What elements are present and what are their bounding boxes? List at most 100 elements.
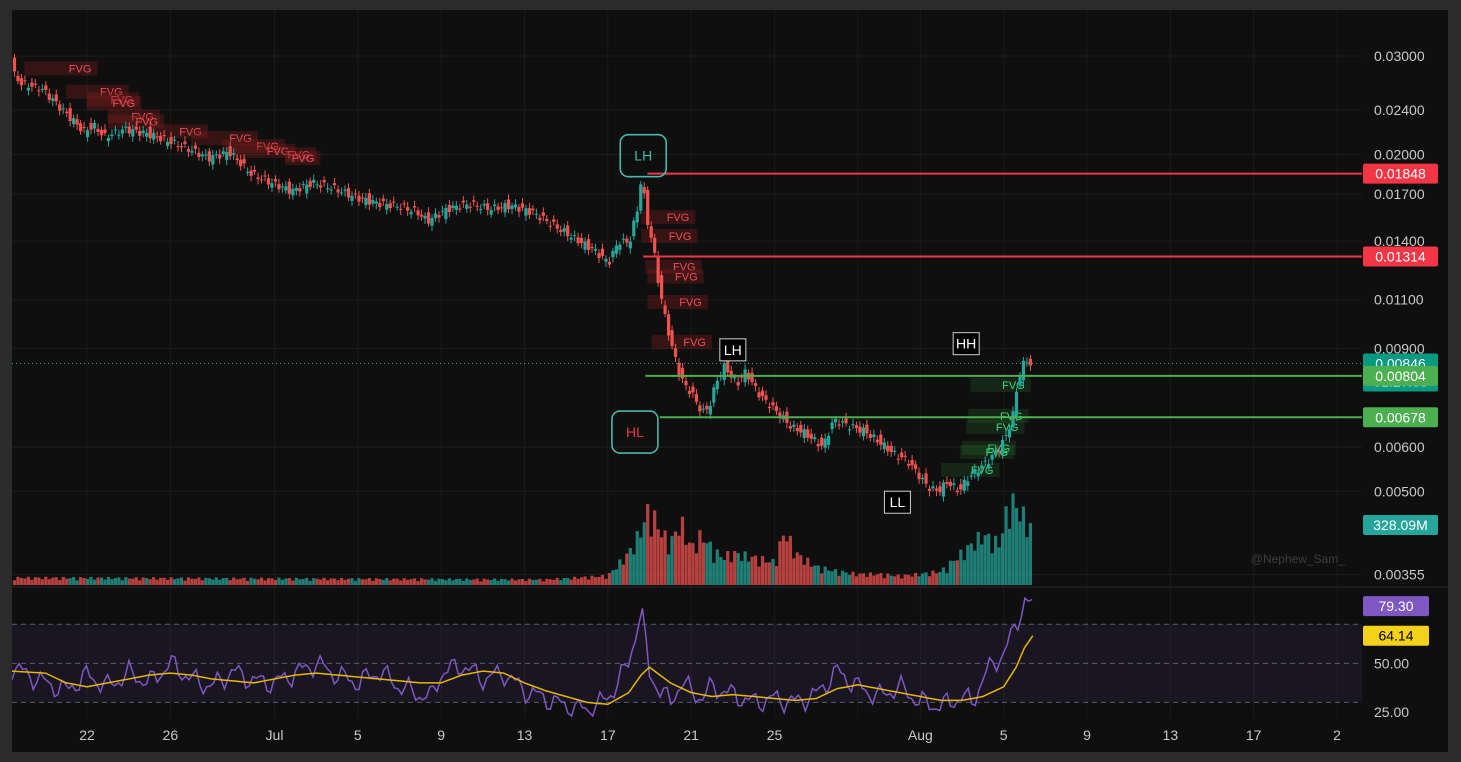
volume-bar — [280, 579, 284, 585]
candle-body — [58, 104, 62, 111]
volume-bar — [343, 579, 347, 585]
volume-bar — [882, 578, 886, 585]
candle-body — [833, 418, 838, 423]
volume-bar — [750, 556, 754, 585]
volume-bar — [319, 579, 323, 585]
candle-body — [277, 183, 281, 190]
candlestick-chart[interactable]: FVGFVGFVGFVGFVGFVGFVGFVGFVGFVGFVGFVGFVGF… — [12, 10, 1448, 752]
volume-bar — [538, 578, 542, 585]
volume-bar — [291, 580, 295, 585]
candle-body — [687, 390, 692, 394]
candle-body — [395, 206, 399, 208]
candle-body — [211, 155, 215, 165]
candle-body — [969, 475, 973, 477]
volume-bar — [207, 578, 211, 585]
candle-body — [580, 237, 584, 243]
volume-bar — [479, 581, 483, 585]
candle-body — [750, 372, 754, 382]
candle-body — [889, 445, 893, 453]
candle-body — [430, 217, 434, 226]
volume-bar — [392, 578, 396, 585]
candle-body — [346, 188, 351, 198]
candle-body — [555, 224, 559, 229]
volume-bar — [287, 578, 291, 585]
volume-bar — [760, 556, 765, 585]
candle-body — [694, 393, 699, 402]
volume-bar — [976, 531, 980, 585]
price-tick-label: 0.01100 — [1374, 292, 1424, 308]
candle-body — [941, 482, 946, 497]
volume-bar — [847, 574, 852, 585]
volume-bar — [346, 578, 351, 585]
volume-bar — [827, 570, 831, 585]
volume-bar — [12, 580, 17, 585]
candle-body — [840, 421, 845, 423]
volume-bar — [430, 578, 434, 585]
price-tick-label: 0.00355 — [1374, 567, 1425, 583]
candle-body — [378, 202, 382, 207]
time-tick-label: 13 — [517, 727, 533, 743]
candle-body — [510, 205, 514, 209]
volume-bar — [246, 580, 250, 585]
candle-body — [329, 189, 333, 191]
volume-bar — [705, 543, 709, 585]
candle-body — [239, 159, 243, 167]
candle-body — [607, 261, 612, 265]
candle-body — [618, 244, 622, 250]
candle-body — [47, 93, 51, 100]
volume-bar — [152, 577, 156, 585]
candle-body — [973, 468, 977, 474]
volume-bar — [214, 577, 218, 585]
volume-bar — [165, 579, 170, 585]
volume-bar — [44, 576, 48, 585]
candle-body — [461, 200, 465, 203]
time-tick-label: 25 — [767, 727, 783, 743]
candle-body — [726, 360, 730, 373]
volume-bar — [472, 579, 476, 585]
volume-bar — [242, 577, 246, 585]
candle-body — [646, 189, 650, 225]
time-tick-label: Jul — [266, 727, 284, 743]
volume-bar — [193, 578, 198, 585]
candle-body — [966, 481, 970, 486]
candle-body — [945, 481, 949, 484]
volume-bar — [559, 580, 563, 585]
volume-bar — [138, 580, 142, 585]
volume-bar — [621, 564, 625, 585]
candle-body — [312, 179, 316, 183]
volume-bar — [367, 578, 371, 585]
volume-bar — [451, 580, 455, 585]
volume-bar — [729, 562, 733, 585]
candle-body — [155, 136, 159, 138]
volume-bar — [176, 578, 180, 585]
candle-body — [962, 479, 966, 491]
time-tick-label: 5 — [1000, 727, 1008, 743]
volume-bar — [663, 530, 667, 585]
volume-bar — [270, 578, 274, 585]
volume-bar — [646, 504, 650, 585]
time-tick-label: 9 — [437, 727, 445, 743]
candle-body — [955, 490, 959, 493]
price-tick-label: 0.00500 — [1374, 483, 1425, 499]
volume-bar — [879, 573, 883, 585]
candle-body — [611, 251, 615, 258]
candle-body — [319, 185, 323, 188]
candle-body — [350, 195, 354, 201]
volume-bar — [503, 579, 507, 585]
chart-panel[interactable]: FVG FVG FVG FVG FVG FVG FVG FVG FVG FVG FVG FVG FVG F… — [12, 10, 1448, 752]
volume-bar — [465, 578, 469, 585]
time-tick-label: 9 — [1083, 727, 1091, 743]
candle-body — [994, 450, 998, 455]
volume-bar — [837, 575, 841, 585]
candle-body — [625, 238, 629, 243]
volume-bar — [673, 531, 678, 585]
volume-bar — [701, 542, 705, 585]
candle-body — [326, 188, 330, 190]
candle-body — [200, 154, 204, 157]
volume-bar — [907, 574, 911, 585]
candle-body — [301, 183, 305, 185]
volume-bar — [573, 576, 577, 585]
candle-body — [705, 406, 709, 410]
candle-body — [795, 427, 799, 432]
volume-bar — [402, 578, 406, 585]
